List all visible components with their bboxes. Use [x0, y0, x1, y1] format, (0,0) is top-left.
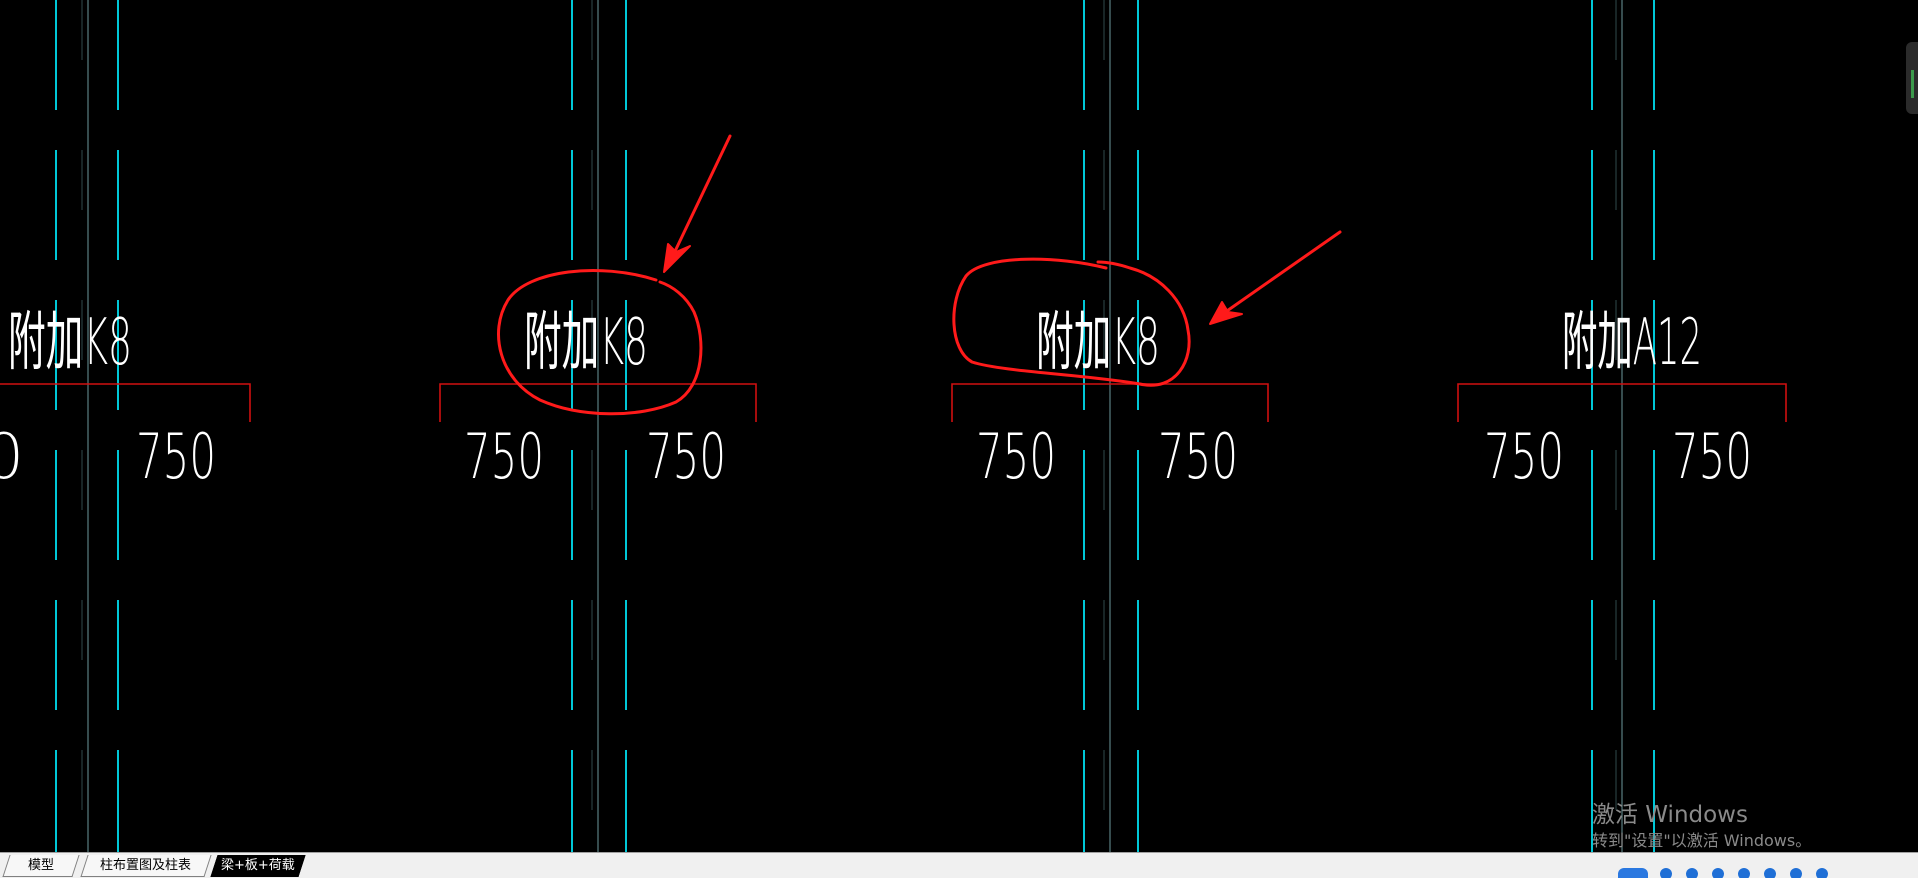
scroll-grip-icon[interactable]: [1906, 42, 1918, 114]
dimension-text: 750: [464, 420, 544, 493]
dimension-text: 750: [136, 420, 216, 493]
scroll-grip-bar: [1911, 70, 1914, 98]
dimension-text: 750: [1672, 420, 1752, 493]
tab-label: 梁+板+荷载: [221, 858, 295, 873]
taskbar-preview: [1618, 866, 1918, 878]
taskbar-icon[interactable]: [1764, 868, 1776, 878]
dimension-text: 750: [1158, 420, 1238, 493]
tab-beam-slab-load[interactable]: 梁+板+荷载: [210, 855, 306, 877]
taskbar-icon[interactable]: [1618, 868, 1648, 878]
taskbar-icon[interactable]: [1686, 868, 1698, 878]
cad-drawing[interactable]: 附加K8 0 750 附加K8 750 750 附加K8 750 750 附加A…: [0, 0, 1918, 852]
dimension-bracket: [0, 383, 251, 422]
taskbar-icon[interactable]: [1816, 868, 1828, 878]
markup-arrow-line: [1212, 230, 1342, 322]
taskbar-icon[interactable]: [1738, 868, 1750, 878]
dimension-text: 750: [1484, 420, 1564, 493]
rebar-label-4: 附加A12: [1562, 306, 1702, 380]
taskbar-icon[interactable]: [1712, 868, 1724, 878]
rebar-label-2: 附加K8: [524, 306, 648, 380]
markup-arrow-line: [666, 134, 732, 268]
dimension-brackets: [0, 383, 1787, 422]
dimension-text: 0: [0, 420, 24, 493]
tab-model[interactable]: 模型: [2, 855, 80, 877]
tab-label: 模型: [27, 858, 54, 873]
dimension-text: 750: [646, 420, 726, 493]
drawing-canvas[interactable]: 附加K8 0 750 附加K8 750 750 附加K8 750 750 附加A…: [0, 0, 1918, 852]
taskbar-icon[interactable]: [1790, 868, 1802, 878]
rebar-label-1: 附加K8: [8, 306, 132, 380]
taskbar-icon[interactable]: [1660, 868, 1672, 878]
grid-lines: [55, 0, 1655, 852]
tab-label: 柱布置图及柱表: [100, 858, 192, 873]
dimension-text: 750: [976, 420, 1056, 493]
cad-application: 附加K8 0 750 附加K8 750 750 附加K8 750 750 附加A…: [0, 0, 1918, 878]
tab-column-layout[interactable]: 柱布置图及柱表: [80, 855, 212, 877]
rebar-label-3: 附加K8: [1036, 306, 1160, 380]
